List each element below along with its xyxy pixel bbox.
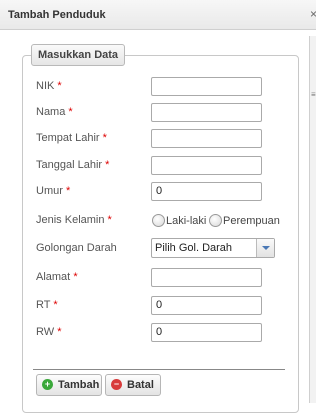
plus-circle-icon: + [42, 379, 53, 390]
nik-label: NIK * [36, 80, 62, 92]
tambah-button-label: Tambah [58, 379, 100, 391]
minus-circle-icon: − [111, 379, 122, 390]
nik-input[interactable] [151, 77, 262, 96]
required-marker: * [53, 299, 58, 311]
chevron-down-icon[interactable] [256, 239, 274, 257]
scrollbar[interactable]: ≡ [309, 36, 316, 403]
alamat-input[interactable] [151, 268, 262, 287]
nama-label-text: Nama [36, 106, 66, 118]
rt-input[interactable]: 0 [151, 296, 262, 315]
rt-label-text: RT [36, 299, 51, 311]
alamat-label-text: Alamat [36, 271, 71, 283]
umur-label-text: Umur [36, 185, 63, 197]
required-marker: * [57, 80, 62, 92]
radio-label-laki-laki: Laki-laki [166, 215, 207, 227]
nama-label: Nama * [36, 106, 73, 118]
radio-label-perempuan: Perempuan [223, 215, 280, 227]
tempat-lahir-label-text: Tempat Lahir [36, 132, 100, 144]
batal-button[interactable]: − Batal [105, 374, 161, 396]
tambah-button[interactable]: + Tambah [36, 374, 102, 396]
required-marker: * [68, 106, 73, 118]
umur-input[interactable]: 0 [151, 182, 262, 201]
dialog-title: Tambah Penduduk [8, 9, 106, 21]
close-icon[interactable]: × [310, 7, 316, 21]
tanggal-lahir-label-text: Tanggal Lahir [36, 159, 103, 171]
scroll-grip-icon: ≡ [311, 90, 316, 99]
umur-label: Umur * [36, 185, 70, 197]
golongan-darah-selected: Pilih Gol. Darah [155, 242, 233, 254]
required-marker: * [73, 271, 78, 283]
radio-laki-laki[interactable] [152, 214, 165, 227]
rw-label-text: RW [36, 326, 55, 338]
radio-perempuan[interactable] [209, 214, 222, 227]
jenis-kelamin-label: Jenis Kelamin * [36, 214, 112, 226]
required-marker: * [57, 326, 62, 338]
form-divider [33, 369, 285, 370]
nik-label-text: NIK [36, 80, 55, 92]
fieldset-legend: Masukkan Data [31, 44, 125, 66]
nama-input[interactable] [151, 103, 262, 122]
alamat-label: Alamat * [36, 271, 78, 283]
rw-label: RW * [36, 326, 61, 338]
rw-input[interactable]: 0 [151, 323, 262, 342]
golongan-darah-label: Golongan Darah [36, 242, 117, 254]
required-marker: * [105, 159, 110, 171]
jenis-kelamin-label-text: Jenis Kelamin [36, 214, 105, 226]
required-marker: * [65, 185, 71, 197]
batal-button-label: Batal [127, 379, 154, 391]
required-marker: * [102, 132, 107, 144]
golongan-darah-select[interactable]: Pilih Gol. Darah [151, 238, 275, 258]
dialog-titlebar: Tambah Penduduk × [0, 0, 316, 30]
tempat-lahir-label: Tempat Lahir * [36, 132, 107, 144]
tanggal-lahir-label: Tanggal Lahir * [36, 159, 109, 171]
tempat-lahir-input[interactable] [151, 129, 262, 148]
tanggal-lahir-input[interactable] [151, 156, 262, 175]
rt-label: RT * [36, 299, 58, 311]
required-marker: * [107, 214, 112, 226]
